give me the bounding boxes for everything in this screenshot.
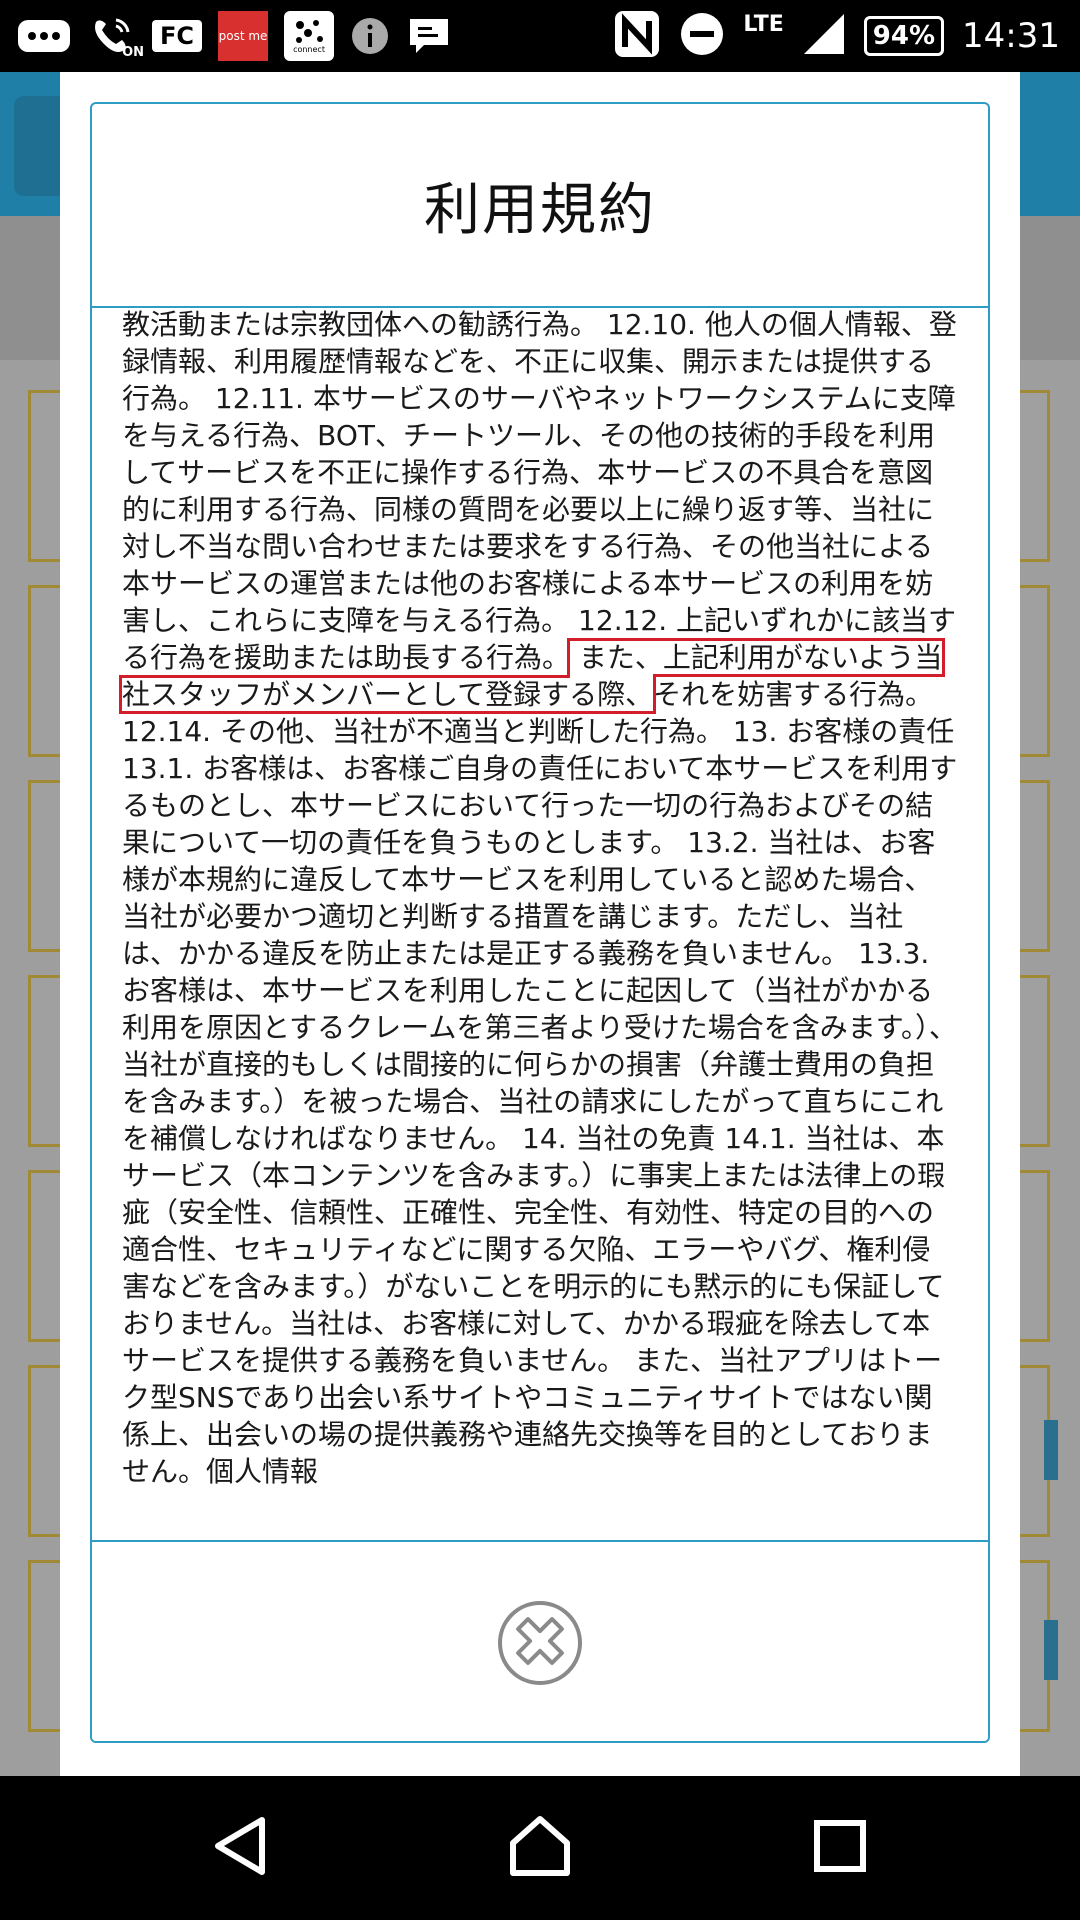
terms-dialog: 利用規約 教活動または宗教団体への勧誘行為。 12.10. 他人の個人情報、登録… (60, 72, 1020, 1776)
back-triangle-icon (210, 1814, 270, 1882)
info-icon (350, 0, 390, 72)
signal-icon (802, 12, 846, 60)
post-me-icon: post me (218, 0, 269, 72)
connect-icon: connect (284, 0, 335, 72)
terms-text-before: 教活動または宗教団体への勧誘行為。 12.10. 他人の個人情報、登録情報、利用… (122, 308, 957, 674)
nfc-icon (613, 9, 661, 63)
terms-dialog-footer (92, 1540, 988, 1741)
dialog-title: 利用規約 (424, 177, 656, 243)
clock: 14:31 (962, 16, 1060, 56)
fc-label: FC (152, 20, 203, 52)
recents-square-icon (813, 1819, 867, 1877)
post-me-label: post me (218, 11, 269, 61)
home-button[interactable] (460, 1776, 620, 1920)
background-tab (1044, 1620, 1058, 1680)
wifi-calling-on-icon: ON (88, 0, 144, 72)
connect-label: connect (293, 44, 325, 54)
close-button[interactable] (498, 1600, 582, 1685)
terms-dialog-frame: 利用規約 教活動または宗教団体への勧誘行為。 12.10. 他人の個人情報、登録… (90, 102, 990, 1743)
message-icon (406, 0, 452, 72)
background-tab (1044, 1420, 1058, 1480)
close-circle-icon (511, 1612, 569, 1674)
do-not-disturb-icon (679, 11, 725, 61)
battery-indicator: 94% (863, 16, 945, 56)
back-button[interactable] (160, 1776, 320, 1920)
terms-dialog-header: 利用規約 (92, 104, 988, 308)
chat-bubble-icon (16, 0, 72, 72)
terms-text-after: それを妨害する行為。 12.14. その他、当社が不適当と判断した行為。 13.… (122, 678, 958, 1488)
fc-icon: FC (152, 0, 203, 72)
on-label: ON (122, 45, 144, 60)
status-bar: ON FC post me connect LTE 94% 14:31 (0, 0, 1080, 72)
recents-button[interactable] (760, 1776, 920, 1920)
home-icon (507, 1813, 573, 1883)
navigation-bar (0, 1776, 1080, 1920)
terms-scroll-area[interactable]: 教活動または宗教団体への勧誘行為。 12.10. 他人の個人情報、登録情報、利用… (92, 308, 988, 1540)
terms-text: 教活動または宗教団体への勧誘行為。 12.10. 他人の個人情報、登録情報、利用… (92, 308, 988, 1490)
network-type: LTE (743, 11, 784, 37)
